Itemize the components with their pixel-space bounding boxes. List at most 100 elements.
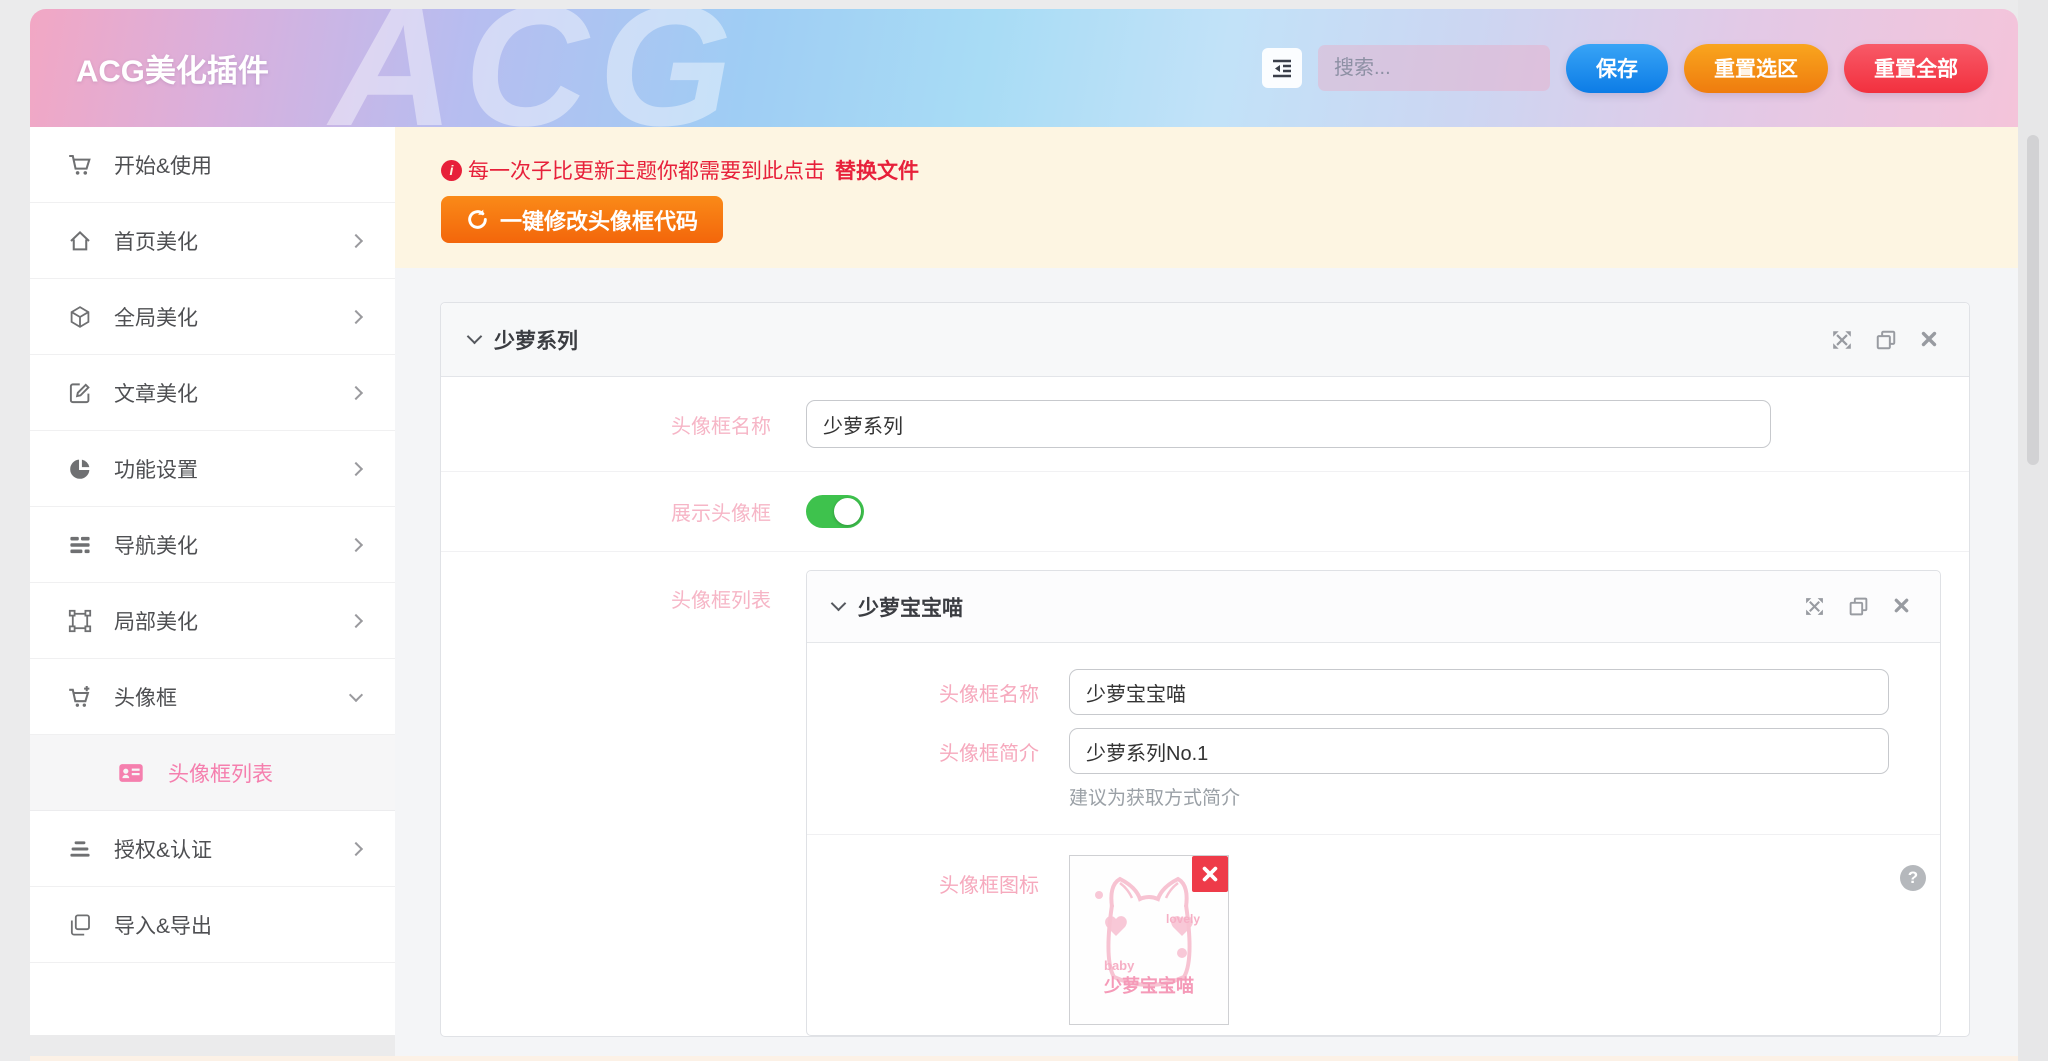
remove-image-button[interactable] <box>1192 856 1228 892</box>
item-name-label: 头像框名称 <box>807 678 1039 707</box>
sidebar-item-article-beautify[interactable]: 文章美化 <box>30 355 395 431</box>
panel-body: 头像框名称 展示头像框 头像框列表 <box>441 377 1969 1036</box>
subpanel-actions <box>1804 596 1914 618</box>
sidebar-item-label: 头像框 <box>114 682 177 712</box>
sidebar-subitem-avatar-frame-list[interactable]: 头像框列表 <box>30 735 395 811</box>
sidebar-item-label: 文章美化 <box>114 378 198 408</box>
panel-header: 少萝系列 <box>441 303 1969 377</box>
notice-line: i 每一次子比更新主题你都需要到此点击 替换文件 <box>441 155 2018 185</box>
id-card-icon <box>118 760 144 786</box>
item-name-row: 头像框名称 <box>807 669 1940 715</box>
chevron-right-icon <box>349 461 363 475</box>
outdent-icon <box>1271 57 1293 79</box>
cart-plus-icon <box>68 685 92 709</box>
avatar-frame-thumbnail[interactable]: baby lovely 少萝宝宝喵 <box>1069 855 1229 1025</box>
chevron-right-icon <box>349 385 363 399</box>
close-icon[interactable] <box>1919 329 1941 351</box>
info-icon: i <box>441 160 462 181</box>
sidebar-item-import-export[interactable]: 导入&导出 <box>30 887 395 963</box>
chevron-right-icon <box>349 537 363 551</box>
sidebar-subitem-label: 头像框列表 <box>168 758 273 788</box>
save-button[interactable]: 保存 <box>1566 44 1668 93</box>
sidebar-item-label: 授权&认证 <box>114 834 212 864</box>
sidebar-item-label: 导航美化 <box>114 530 198 560</box>
item-icon-row: 头像框图标 <box>807 835 1940 1035</box>
sidebar-item-license-auth[interactable]: 授权&认证 <box>30 811 395 887</box>
chevron-right-icon <box>349 309 363 323</box>
frame-name-label: 头像框名称 <box>441 410 771 439</box>
app-title: ACG美化插件 <box>76 46 269 91</box>
edit-icon <box>68 381 92 405</box>
refresh-icon <box>466 208 489 231</box>
page-right-margin <box>2018 0 2048 1061</box>
frame-name-input[interactable] <box>806 400 1771 448</box>
replace-file-link[interactable]: 替换文件 <box>835 155 919 185</box>
svg-text:baby: baby <box>1104 958 1135 973</box>
sidebar-item-global-beautify[interactable]: 全局美化 <box>30 279 395 355</box>
expand-icon[interactable] <box>1804 596 1826 618</box>
search-input[interactable] <box>1318 45 1550 91</box>
sidebar-item-label: 导入&导出 <box>114 910 212 940</box>
home-icon <box>68 229 92 253</box>
frame-name-row: 头像框名称 <box>441 377 1969 472</box>
reset-selection-button[interactable]: 重置选区 <box>1684 44 1828 93</box>
chevron-right-icon <box>349 613 363 627</box>
chevron-down-icon <box>831 596 847 612</box>
sidebar-item-label: 全局美化 <box>114 302 198 332</box>
modify-avatar-code-label: 一键修改头像框代码 <box>500 204 698 236</box>
subpanel-title: 少萝宝宝喵 <box>858 592 963 622</box>
sidebar-item-nav-beautify[interactable]: 导航美化 <box>30 507 395 583</box>
sidebar-item-partial-beautify[interactable]: 局部美化 <box>30 583 395 659</box>
item-desc-input[interactable] <box>1069 728 1889 774</box>
sidebar-item-avatar-frame[interactable]: 头像框 <box>30 659 395 735</box>
item-desc-hint: 建议为获取方式简介 <box>1069 783 1940 810</box>
expand-icon[interactable] <box>1831 329 1853 351</box>
duplicate-icon[interactable] <box>1875 329 1897 351</box>
toggle-knob <box>834 498 861 525</box>
copy-pages-icon <box>68 913 92 937</box>
chevron-right-icon <box>349 233 363 247</box>
sidebar-item-label: 开始&使用 <box>114 150 212 180</box>
align-center-icon <box>68 837 92 861</box>
modify-avatar-code-button[interactable]: 一键修改头像框代码 <box>441 196 723 243</box>
scrollbar[interactable] <box>2027 135 2039 465</box>
item-name-input[interactable] <box>1069 669 1889 715</box>
item-icon-label: 头像框图标 <box>807 869 1039 898</box>
subpanel-collapse-toggle[interactable]: 少萝宝宝喵 <box>833 592 963 622</box>
main-content: i 每一次子比更新主题你都需要到此点击 替换文件 一键修改头像框代码 少萝系列 <box>395 127 2018 1061</box>
outdent-toolbar-button[interactable] <box>1262 48 1302 88</box>
display-frame-label: 展示头像框 <box>441 497 771 526</box>
bottom-edge-strip <box>30 1056 2018 1061</box>
close-icon[interactable] <box>1892 596 1914 618</box>
chevron-down-icon <box>349 687 363 701</box>
chevron-down-icon <box>467 329 483 345</box>
svg-text:lovely: lovely <box>1166 912 1200 926</box>
sidebar-item-label: 功能设置 <box>114 454 198 484</box>
object-group-icon <box>68 609 92 633</box>
close-icon <box>1201 865 1219 883</box>
sidebar-item-home-beautify[interactable]: 首页美化 <box>30 203 395 279</box>
cart-icon <box>68 153 92 177</box>
frame-list-row: 头像框列表 少萝宝宝喵 <box>441 552 1969 1036</box>
panel-actions <box>1831 329 1941 351</box>
display-frame-toggle[interactable] <box>806 495 864 528</box>
sidebar: 开始&使用 首页美化 全局美化 文章美化 <box>30 127 395 1035</box>
sidebar-item-label: 首页美化 <box>114 226 198 256</box>
header-controls: 保存 重置选区 重置全部 <box>1262 9 1988 127</box>
panel-collapse-toggle[interactable]: 少萝系列 <box>469 325 578 355</box>
chevron-right-icon <box>349 841 363 855</box>
frame-list-label: 头像框列表 <box>441 584 771 613</box>
update-notice-banner: i 每一次子比更新主题你都需要到此点击 替换文件 一键修改头像框代码 <box>395 127 2018 268</box>
page: ACG ACG美化插件 保存 重置选区 重置全部 开始&使用 首页 <box>0 0 2048 1061</box>
app-header: ACG ACG美化插件 保存 重置选区 重置全部 <box>30 9 2018 127</box>
reset-all-button[interactable]: 重置全部 <box>1844 44 1988 93</box>
nav-list-icon <box>68 533 92 557</box>
help-icon[interactable]: ? <box>1900 865 1926 891</box>
pie-chart-icon <box>68 457 92 481</box>
sidebar-item-label: 局部美化 <box>114 606 198 636</box>
duplicate-icon[interactable] <box>1848 596 1870 618</box>
item-desc-row: 头像框简介 <box>807 728 1940 774</box>
avatar-item-panel: 少萝宝宝喵 <box>806 570 1941 1036</box>
sidebar-item-feature-settings[interactable]: 功能设置 <box>30 431 395 507</box>
sidebar-item-start-use[interactable]: 开始&使用 <box>30 127 395 203</box>
